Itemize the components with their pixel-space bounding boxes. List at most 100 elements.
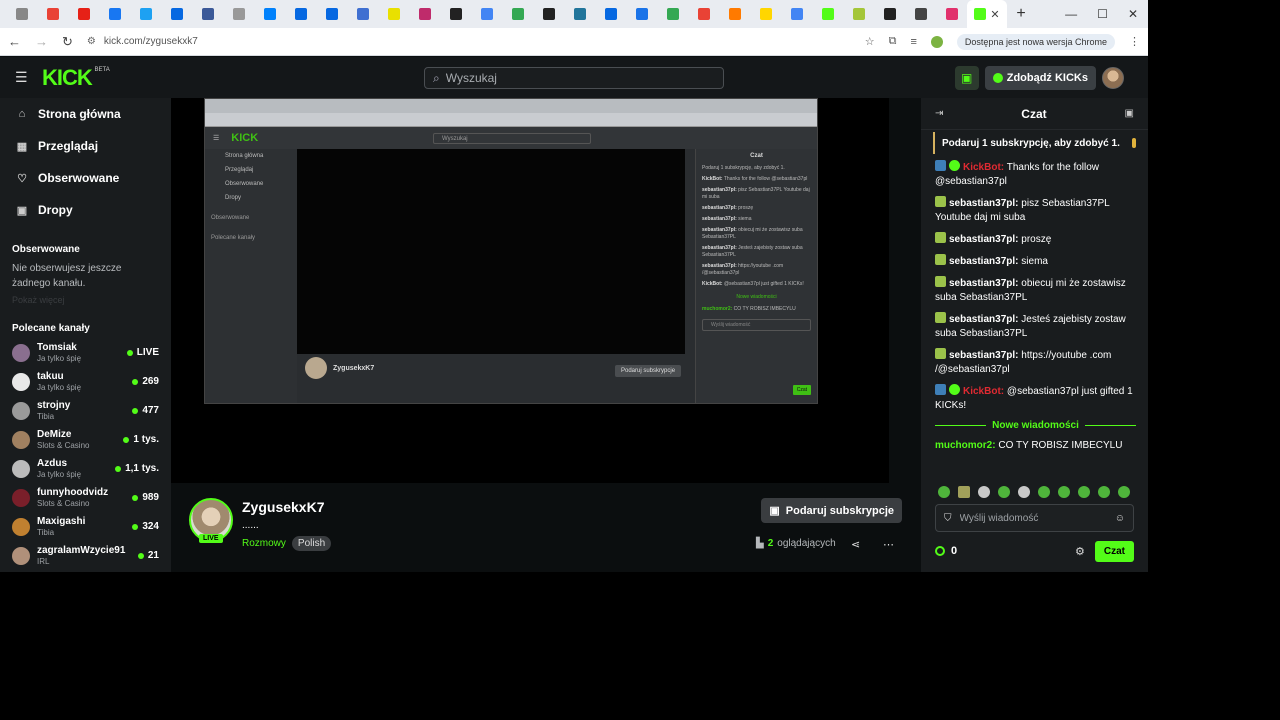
emote-icon[interactable] [1098, 486, 1110, 498]
gift-subscription-button[interactable]: ▣ Podaruj subskrypcje [761, 498, 902, 523]
recommended-channel[interactable]: funnyhoodvidz Slots & Casino 989 [0, 483, 171, 512]
browser-tab[interactable] [719, 0, 750, 28]
back-icon[interactable]: ← [8, 34, 21, 49]
chat-message[interactable]: sebastian37pl: proszę [935, 232, 1136, 247]
chat-input-box[interactable]: ⛉ ☺ [935, 504, 1134, 532]
chat-message[interactable]: sebastian37pl: obiecuj mi że zostawisz s… [935, 276, 1136, 305]
browser-tab[interactable] [657, 0, 688, 28]
recommended-channel[interactable]: strojny Tibia 477 [0, 396, 171, 425]
chat-message[interactable]: sebastian37pl: siema [935, 254, 1136, 269]
sidebar-item-3[interactable]: ▣ Dropy [0, 194, 171, 226]
browser-tab[interactable] [750, 0, 781, 28]
browser-tab[interactable] [781, 0, 812, 28]
browser-tab[interactable] [254, 0, 285, 28]
emote-icon[interactable] [978, 486, 990, 498]
forward-icon[interactable]: → [35, 34, 48, 49]
chat-message-input[interactable] [959, 512, 1107, 524]
browser-tab[interactable] [223, 0, 254, 28]
browser-tab[interactable] [161, 0, 192, 28]
chat-username[interactable]: sebastian37pl [949, 198, 1015, 209]
reading-list-icon[interactable]: ≡ [911, 36, 917, 48]
chat-send-button[interactable]: Czat [1094, 540, 1134, 562]
hamburger-menu-icon[interactable]: ☰ [15, 69, 29, 86]
gift-icon[interactable]: ▣ [954, 66, 979, 90]
browser-tab[interactable] [6, 0, 37, 28]
bookmark-star-icon[interactable]: ☆ [865, 35, 875, 48]
chat-username[interactable]: sebastian37pl [949, 234, 1015, 245]
reload-icon[interactable]: ↻ [62, 34, 73, 50]
sidebar-item-2[interactable]: ♡ Obserwowane [0, 162, 171, 194]
emote-icon[interactable] [1018, 486, 1030, 498]
browser-tab[interactable] [936, 0, 967, 28]
recommended-channel[interactable]: takuu Ja tylko śpię 269 [0, 367, 171, 396]
show-more-link[interactable]: Pokaż więcej [0, 291, 171, 309]
browser-tab[interactable] [595, 0, 626, 28]
chat-username[interactable]: KickBot [963, 162, 1001, 173]
chat-message[interactable]: sebastian37pl: Jesteś zajebisty zostaw s… [935, 312, 1136, 341]
browser-tab[interactable] [564, 0, 595, 28]
emote-icon[interactable] [1118, 486, 1130, 498]
browser-tab[interactable] [378, 0, 409, 28]
active-tab[interactable]: ✕ [967, 0, 1007, 28]
minimize-icon[interactable]: — [1065, 7, 1077, 21]
chat-message[interactable]: KickBot: @sebastian37pl just gifted 1 KI… [935, 384, 1136, 413]
browser-tab[interactable] [905, 0, 936, 28]
kick-logo[interactable]: KICK BETA [42, 65, 110, 91]
gear-icon[interactable]: ⚙ [1075, 545, 1085, 558]
browser-tab[interactable] [626, 0, 657, 28]
close-tab-icon[interactable]: ✕ [990, 8, 999, 21]
menu-kebab-icon[interactable]: ⋮ [1129, 35, 1140, 48]
browser-tab[interactable] [285, 0, 316, 28]
browser-tab[interactable] [874, 0, 905, 28]
emote-icon[interactable] [1058, 486, 1070, 498]
browser-tab[interactable] [316, 0, 347, 28]
chat-users-icon[interactable]: ▣ [1125, 108, 1134, 119]
emote-icon[interactable] [1078, 486, 1090, 498]
kicks-points[interactable]: 0 [935, 545, 957, 557]
site-info-icon[interactable]: ⚙ [87, 36, 96, 47]
browser-tab[interactable] [843, 0, 874, 28]
recommended-channel[interactable]: Maxigashi Tibia 324 [0, 512, 171, 541]
pinned-message[interactable]: Podaruj 1 subskrypcję, aby zdobyć 1. [933, 132, 1136, 154]
recommended-channel[interactable]: DeMize Slots & Casino 1 tys. [0, 425, 171, 454]
new-tab-button[interactable]: + [1007, 5, 1035, 23]
collapse-chat-icon[interactable]: ⇥ [935, 108, 943, 119]
browser-tab[interactable] [440, 0, 471, 28]
browser-tab[interactable] [409, 0, 440, 28]
chat-username[interactable]: sebastian37pl [949, 350, 1015, 361]
emote-icon[interactable] [998, 486, 1010, 498]
update-chrome-button[interactable]: Dostępna jest nowa wersja Chrome [956, 33, 1115, 50]
chat-username[interactable]: KickBot [963, 386, 1001, 397]
search-box[interactable]: ⌕ [424, 67, 724, 89]
streamer-name[interactable]: ZygusekxK7 [242, 499, 324, 515]
chat-username[interactable]: muchomor2 [935, 440, 992, 451]
language-tag[interactable]: Polish [291, 536, 332, 551]
browser-tab[interactable] [471, 0, 502, 28]
close-window-icon[interactable]: ✕ [1128, 7, 1138, 21]
extensions-icon[interactable]: ⧉ [889, 35, 897, 48]
chat-username[interactable]: sebastian37pl [949, 278, 1015, 289]
category-link[interactable]: Rozmowy [242, 538, 286, 549]
url-field[interactable]: ⚙ kick.com/zygusekxk7 [87, 36, 851, 47]
user-avatar[interactable] [1102, 67, 1124, 89]
sidebar-item-1[interactable]: ▦ Przeglądaj [0, 130, 171, 162]
browser-tab[interactable] [812, 0, 843, 28]
profile-icon[interactable] [930, 35, 943, 48]
browser-tab[interactable] [347, 0, 378, 28]
browser-tab[interactable] [192, 0, 223, 28]
browser-tab[interactable] [99, 0, 130, 28]
chat-message[interactable]: sebastian37pl: https://youtube .com /@se… [935, 348, 1136, 377]
chat-message[interactable]: sebastian37pl: pisz Sebastian37PL Youtub… [935, 196, 1136, 225]
get-kicks-button[interactable]: Zdobądź KICKs [984, 66, 1096, 90]
browser-tab[interactable] [37, 0, 68, 28]
video-player[interactable]: ☰ KICK Wyszukaj Strona główna Przeglądaj O… [171, 98, 889, 483]
search-input[interactable] [445, 71, 696, 85]
recommended-channel[interactable]: Tomsiak Ja tylko śpię LIVE [0, 338, 171, 367]
browser-tab[interactable] [68, 0, 99, 28]
browser-tab[interactable] [130, 0, 161, 28]
chat-message[interactable]: muchomor2: CO TY ROBISZ IMBECYLU [935, 439, 1136, 453]
emote-icon[interactable] [938, 486, 950, 498]
recommended-channel[interactable]: Azdus Ja tylko śpię 1,1 tys. [0, 454, 171, 483]
recommended-channel[interactable]: zagralamWzycie91 IRL 21 [0, 541, 171, 570]
chat-username[interactable]: sebastian37pl [949, 256, 1015, 267]
